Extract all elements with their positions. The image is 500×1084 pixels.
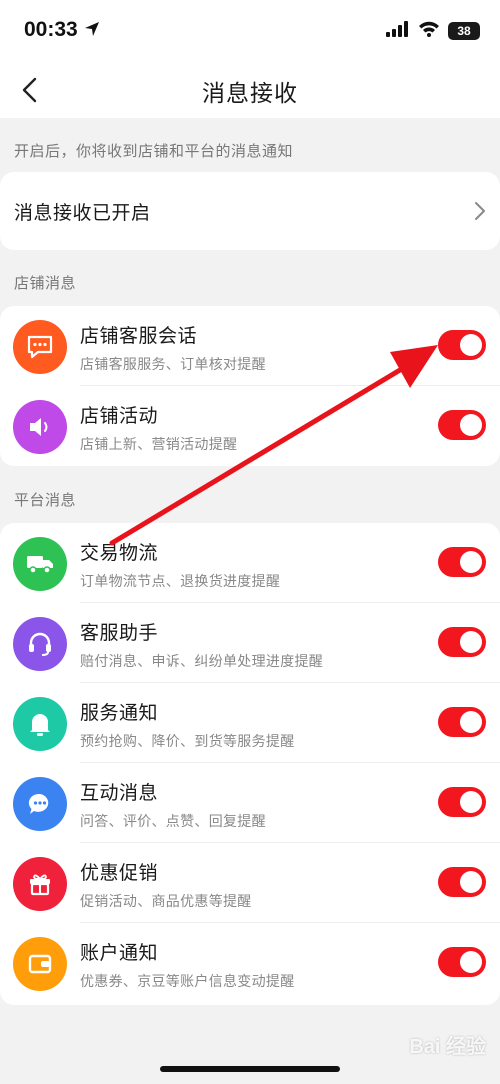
- row-subtitle: 促销活动、商品优惠等提醒: [80, 894, 252, 910]
- list-item: 优惠促销 促销活动、商品优惠等提醒: [0, 843, 500, 923]
- store-activity-toggle[interactable]: [438, 410, 486, 440]
- status-bar: 00:33 38: [0, 0, 500, 62]
- wifi-icon: [418, 21, 440, 41]
- store-chat-toggle[interactable]: [438, 330, 486, 360]
- toggle-knob: [460, 951, 482, 973]
- status-time: 00:33: [24, 18, 78, 41]
- toggle-knob: [460, 334, 482, 356]
- toggle-knob: [460, 871, 482, 893]
- chat-bubble-icon: [13, 320, 67, 374]
- service-notice-toggle[interactable]: [438, 707, 486, 737]
- row-title: 服务通知: [80, 702, 159, 724]
- row-subtitle: 店铺客服服务、订单核对提醒: [80, 357, 266, 373]
- row-subtitle: 优惠券、京豆等账户信息变动提醒: [80, 974, 295, 990]
- row-title: 优惠促销: [80, 862, 159, 884]
- list-item: 服务通知 预约抢购、降价、到货等服务提醒: [0, 683, 500, 763]
- toggle-knob: [460, 551, 482, 573]
- bell-icon: [13, 697, 67, 751]
- service-assistant-toggle[interactable]: [438, 627, 486, 657]
- row-title: 互动消息: [80, 782, 159, 804]
- platform-messages-card: 交易物流 订单物流节点、退换货进度提醒 客服助手 赔付消息、申诉、纠纷单处理进度…: [0, 523, 500, 1005]
- row-title: 账户通知: [80, 942, 159, 964]
- row-subtitle: 订单物流节点、退换货进度提醒: [80, 574, 281, 590]
- location-icon: [84, 21, 100, 41]
- toggle-knob: [460, 631, 482, 653]
- row-title: 交易物流: [80, 542, 159, 564]
- row-title: 店铺活动: [80, 405, 159, 427]
- watermark: Bai 经验: [409, 1036, 486, 1058]
- interaction-toggle[interactable]: [438, 787, 486, 817]
- home-indicator: [160, 1066, 340, 1072]
- comment-icon: [13, 777, 67, 831]
- section-title-platform: 平台消息: [14, 491, 77, 509]
- wallet-icon: [13, 937, 67, 991]
- row-title: 客服助手: [80, 622, 159, 644]
- list-item: 交易物流 订单物流节点、退换货进度提醒: [0, 523, 500, 603]
- list-item: 互动消息 问答、评价、点赞、回复提醒: [0, 763, 500, 843]
- gift-icon: [13, 857, 67, 911]
- message-receive-status-label: 消息接收已开启: [14, 202, 151, 224]
- toggle-knob: [460, 711, 482, 733]
- navigation-bar: 消息接收: [0, 62, 500, 118]
- row-subtitle: 预约抢购、降价、到货等服务提醒: [80, 734, 295, 750]
- store-messages-card: 店铺客服会话 店铺客服服务、订单核对提醒 店铺活动 店铺上新、营销活动提醒: [0, 306, 500, 466]
- message-receive-status-row[interactable]: 消息接收已开启: [0, 172, 500, 250]
- speaker-icon: [13, 400, 67, 454]
- list-item: 客服助手 赔付消息、申诉、纠纷单处理进度提醒: [0, 603, 500, 683]
- list-item: 店铺活动 店铺上新、营销活动提醒: [0, 386, 500, 466]
- logistics-toggle[interactable]: [438, 547, 486, 577]
- row-subtitle: 赔付消息、申诉、纠纷单处理进度提醒: [80, 654, 324, 670]
- hint-text: 开启后，你将收到店铺和平台的消息通知: [14, 142, 294, 160]
- promotion-toggle[interactable]: [438, 867, 486, 897]
- row-subtitle: 店铺上新、营销活动提醒: [80, 437, 238, 453]
- headset-icon: [13, 617, 67, 671]
- battery-icon: 38: [448, 22, 480, 40]
- account-notice-toggle[interactable]: [438, 947, 486, 977]
- section-title-store: 店铺消息: [14, 274, 77, 292]
- row-title: 店铺客服会话: [80, 325, 198, 347]
- list-item: 店铺客服会话 店铺客服服务、订单核对提醒: [0, 306, 500, 386]
- truck-icon: [13, 537, 67, 591]
- signal-icon: [386, 21, 410, 41]
- list-item: 账户通知 优惠券、京豆等账户信息变动提醒: [0, 923, 500, 1003]
- toggle-knob: [460, 791, 482, 813]
- page-title: 消息接收: [202, 81, 298, 107]
- chevron-right-icon: [475, 202, 485, 220]
- row-subtitle: 问答、评价、点赞、回复提醒: [80, 814, 266, 830]
- toggle-knob: [460, 414, 482, 436]
